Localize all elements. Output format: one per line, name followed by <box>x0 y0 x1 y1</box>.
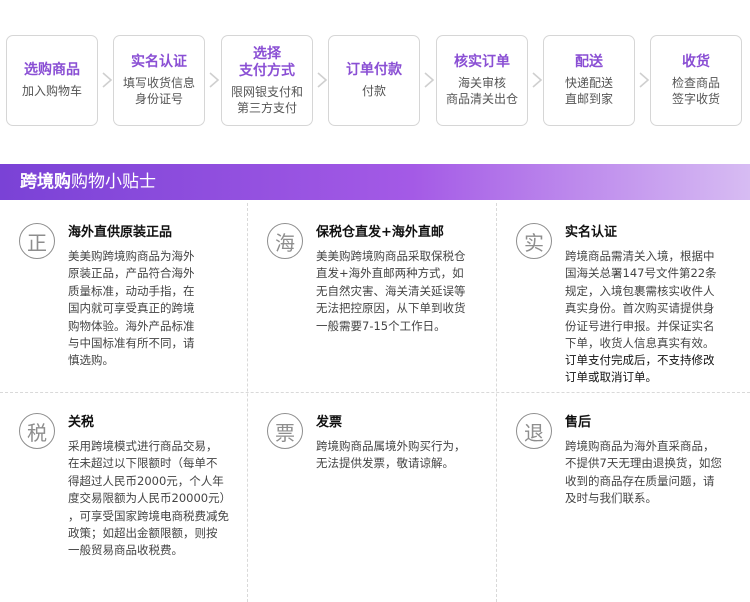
step-desc: 检查商品 签字收货 <box>671 76 720 106</box>
tip-title: 售后 <box>565 415 592 430</box>
tip-card-invoice: 票 发票 跨境购商品属境外购买行为， 无法提供发票，敬请谅解。 <box>248 393 496 602</box>
step-desc: 付款 <box>361 84 386 98</box>
step-desc: 加入购物车 <box>21 84 82 98</box>
chevron-right-icon <box>639 72 650 88</box>
tip-card-shipping: 海 保税仓直发+海外直邮 美美购跨境购商品采取保税仓 直发+海外直邮两种方式，如… <box>248 203 496 392</box>
step-desc: 海关审核 商品清关出仓 <box>445 76 518 106</box>
chevron-right-icon <box>532 72 543 88</box>
tax-icon: 税 <box>19 413 55 449</box>
step-title: 收货 <box>682 54 710 70</box>
genuine-icon: 正 <box>19 223 55 259</box>
step-title: 实名认证 <box>131 54 187 70</box>
step-order-payment: 订单付款 付款 <box>328 35 420 126</box>
step-real-name: 实名认证 填写收货信息 身份证号 <box>113 35 205 126</box>
step-payment-method: 选择 支付方式 限网银支付和 第三方支付 <box>221 35 313 126</box>
step-title: 选购商品 <box>24 62 80 78</box>
step-receive: 收货 检查商品 签字收货 <box>650 35 742 126</box>
tip-title: 保税仓直发+海外直邮 <box>316 225 444 240</box>
tips-banner: 跨境购购物小贴士 <box>0 164 750 200</box>
step-delivery: 配送 快递配送 直邮到家 <box>543 35 635 126</box>
tip-card-tax: 税 关税 采用跨境模式进行商品交易， 在未超过以下限额时（每单不 得超过人民币2… <box>0 393 247 602</box>
step-desc: 限网银支付和 第三方支付 <box>230 84 303 115</box>
invoice-icon: 票 <box>267 413 303 449</box>
order-process-steps: 选购商品 加入购物车 实名认证 填写收货信息 身份证号 选择 支付方式 限网银支… <box>0 0 750 160</box>
step-select-goods: 选购商品 加入购物车 <box>6 35 98 126</box>
chevron-right-icon <box>424 72 435 88</box>
tip-body: 跨境购商品属境外购买行为， 无法提供发票，敬请谅解。 <box>316 439 466 471</box>
real-name-icon: 实 <box>516 223 552 259</box>
chevron-right-icon <box>102 72 113 88</box>
banner-title-rest: 购物小贴士 <box>71 172 156 192</box>
tip-title: 发票 <box>316 415 343 430</box>
tip-card-real-name: 实 实名认证 跨境商品需清关入境，根据中 国海关总署147号文件第22条 规定，… <box>497 203 750 392</box>
step-desc: 填写收货信息 身份证号 <box>122 76 195 106</box>
tip-body: 采用跨境模式进行商品交易， 在未超过以下限额时（每单不 得超过人民币2000元，… <box>68 439 232 558</box>
step-verify-order: 核实订单 海关审核 商品清关出仓 <box>436 35 528 126</box>
chevron-right-icon <box>317 72 328 88</box>
return-icon: 退 <box>516 413 552 449</box>
step-desc: 快递配送 直邮到家 <box>564 76 613 106</box>
banner-title-bold: 跨境购 <box>20 172 71 192</box>
tip-body: 美美购跨境购商品采取保税仓 直发+海外直邮两种方式，如 无自然灾害、海关清关延误… <box>316 249 466 333</box>
tip-body: 跨境商品需清关入境，根据中 国海关总署147号文件第22条 规定，入境包裹需核实… <box>565 249 717 351</box>
tip-title: 关税 <box>68 415 95 430</box>
tip-card-genuine: 正 海外直供原装正品 美美购跨境购商品为海外 原装正品，产品符合海外 质量标准，… <box>0 203 247 392</box>
tip-body: 跨境购商品为海外直采商品， 不提供7天无理由退换货，如您 收到的商品存在质量问题… <box>565 439 722 506</box>
tip-card-after-sales: 退 售后 跨境购商品为海外直采商品， 不提供7天无理由退换货，如您 收到的商品存… <box>497 393 750 602</box>
step-title: 配送 <box>575 54 603 70</box>
tip-body: 美美购跨境购商品为海外 原装正品，产品符合海外 质量标准，动动手指，在 国内就可… <box>68 249 195 368</box>
chevron-right-icon <box>209 72 220 88</box>
step-title: 选择 支付方式 <box>239 45 295 79</box>
tip-title: 海外直供原装正品 <box>68 225 173 240</box>
banner-title: 跨境购购物小贴士 <box>20 171 156 193</box>
tip-title: 实名认证 <box>565 225 618 240</box>
step-title: 订单付款 <box>346 62 402 78</box>
step-title: 核实订单 <box>454 54 510 70</box>
overseas-icon: 海 <box>267 223 303 259</box>
tip-note: 订单支付完成后，不支持修改 订单或取消订单。 <box>565 353 715 385</box>
